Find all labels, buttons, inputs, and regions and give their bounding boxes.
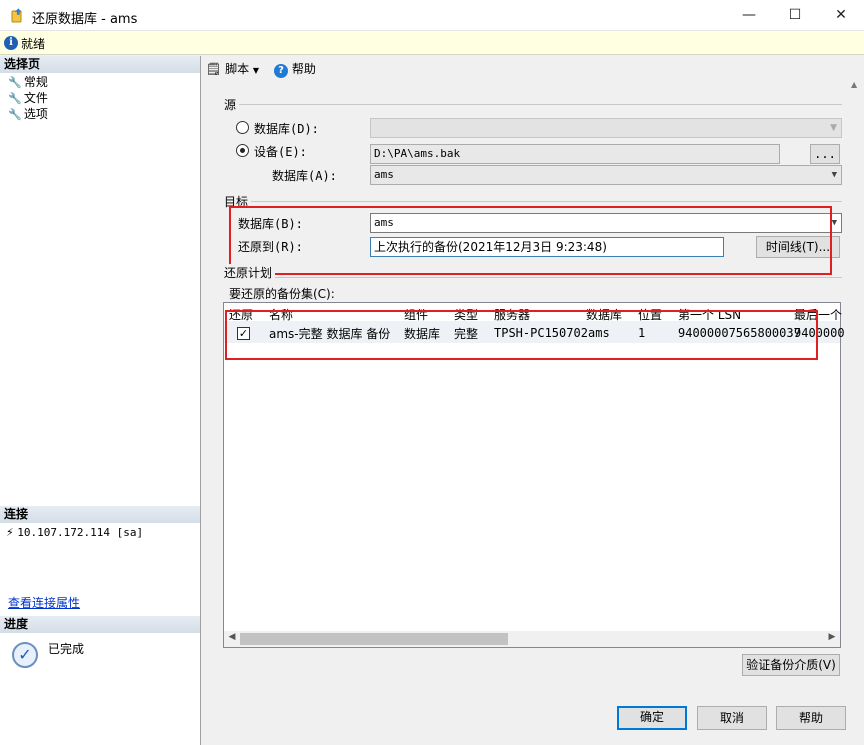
backup-sets-grid[interactable]: 还原 名称 组件 类型 服务器 数据库 位置 第一个 LSN 最后一个 ✓ am… (223, 302, 845, 648)
destination-separator (224, 201, 842, 202)
status-text: 就绪 (21, 37, 46, 51)
server-plug-icon: ⚡ (6, 526, 14, 539)
info-icon: i (4, 36, 18, 50)
cell-type: 完整 (454, 327, 479, 341)
source-database-select[interactable]: ▼ (370, 118, 842, 138)
device-path-field[interactable]: D:\PA\ams.bak (370, 144, 780, 164)
select-page-header: 选择页 (0, 56, 200, 73)
browse-button[interactable]: ... (810, 144, 840, 164)
cell-name: ams-完整 数据库 备份 (269, 327, 391, 341)
cell-first-lsn: 94000007565800037 (678, 326, 801, 340)
restore-to-label: 还原到(R): (238, 240, 303, 254)
timeline-button[interactable]: 时间线(T)... (756, 236, 840, 258)
left-panel: 选择页 🔧 常规 🔧 文件 🔧 选项 连接 ⚡ 10.107.172.114 [… (0, 56, 201, 745)
page-item-general[interactable]: 🔧 常规 (8, 74, 48, 90)
progress-status: 已完成 (48, 642, 85, 656)
chevron-down-icon: ▼ (831, 218, 837, 228)
script-label: 脚本 (225, 62, 250, 76)
connection-info: ⚡ 10.107.172.114 [sa] (6, 526, 143, 539)
database-radio-label: 数据库(D): (254, 122, 319, 136)
scroll-right-icon[interactable]: ▶ (825, 632, 839, 642)
database-radio[interactable] (236, 121, 249, 134)
device-radio[interactable] (236, 144, 249, 157)
destination-database-label: 数据库(B): (238, 217, 303, 231)
scroll-thumb[interactable] (240, 633, 508, 645)
source-separator (224, 104, 842, 105)
maximize-button[interactable]: ☐ (772, 0, 818, 31)
minimize-button[interactable]: — (726, 0, 772, 31)
verify-backup-media-button[interactable]: 验证备份介质(V) (742, 654, 840, 676)
source-database-combo[interactable]: ams ▼ (370, 165, 842, 185)
horizontal-scrollbar[interactable]: ◀ ▶ (224, 631, 840, 647)
checkmark-icon: ✓ (12, 642, 38, 668)
destination-database-value: ams (374, 216, 394, 229)
script-button[interactable]: 🗒 脚本 ▼ (206, 60, 259, 77)
page-item-files[interactable]: 🔧 文件 (8, 90, 48, 106)
progress-header: 进度 (0, 616, 200, 633)
title-bar: 还原数据库 - ams — ☐ ✕ (0, 0, 864, 31)
plan-separator (224, 277, 842, 278)
source-database-label: 数据库(A): (272, 169, 337, 183)
cancel-button[interactable]: 取消 (697, 706, 767, 730)
dialog-help-button[interactable]: 帮助 (776, 706, 846, 730)
page-item-label: 选项 (23, 107, 48, 121)
wrench-icon: 🔧 (8, 108, 22, 121)
scroll-left-icon[interactable]: ◀ (225, 632, 239, 642)
device-radio-label: 设备(E): (254, 145, 307, 159)
cell-last-lsn: 9400000 (794, 326, 845, 340)
cell-server: TPSH-PC150702 (494, 326, 588, 340)
status-bar: i 就绪 (0, 31, 864, 55)
view-connection-properties-link[interactable]: 查看连接属性 (8, 594, 80, 611)
source-database-value: ams (374, 168, 394, 181)
scroll-up-icon[interactable]: ▲ (851, 80, 857, 89)
window-title: 还原数据库 - ams (32, 12, 138, 27)
ok-button[interactable]: 确定 (617, 706, 687, 730)
page-item-label: 常规 (23, 75, 48, 89)
help-button[interactable]: ? 帮助 (274, 60, 316, 78)
wrench-icon: 🔧 (8, 92, 22, 105)
chevron-down-icon: ▼ (831, 170, 837, 180)
help-label: 帮助 (291, 62, 316, 76)
cell-database: ams (588, 326, 610, 340)
chevron-down-icon: ▼ (252, 66, 260, 75)
restore-database-icon (11, 8, 22, 23)
connection-value: 10.107.172.114 [sa] (17, 526, 144, 539)
script-icon: 🗒 (206, 62, 222, 76)
close-button[interactable]: ✕ (818, 0, 864, 31)
restore-checkbox[interactable]: ✓ (237, 327, 250, 340)
backup-sets-label: 要还原的备份集(C): (229, 287, 335, 301)
page-item-options[interactable]: 🔧 选项 (8, 106, 48, 122)
help-icon: ? (274, 64, 288, 78)
cell-component: 数据库 (404, 327, 441, 341)
destination-database-combo[interactable]: ams ▼ (370, 213, 842, 233)
restore-to-field[interactable]: 上次执行的备份(2021年12月3日 9:23:48) (370, 237, 724, 257)
wrench-icon: 🔧 (8, 76, 22, 89)
connection-header: 连接 (0, 506, 200, 523)
cell-position: 1 (638, 326, 646, 340)
toolbar: 🗒 脚本 ▼ ? 帮助 (202, 56, 864, 80)
plan-group-label: 还原计划 (224, 264, 276, 281)
vertical-scrollbar[interactable]: ▲ (849, 80, 864, 745)
page-item-label: 文件 (23, 91, 48, 105)
chevron-down-icon: ▼ (830, 123, 837, 133)
source-group-label: 源 (224, 96, 240, 113)
destination-group-label: 目标 (224, 193, 252, 210)
